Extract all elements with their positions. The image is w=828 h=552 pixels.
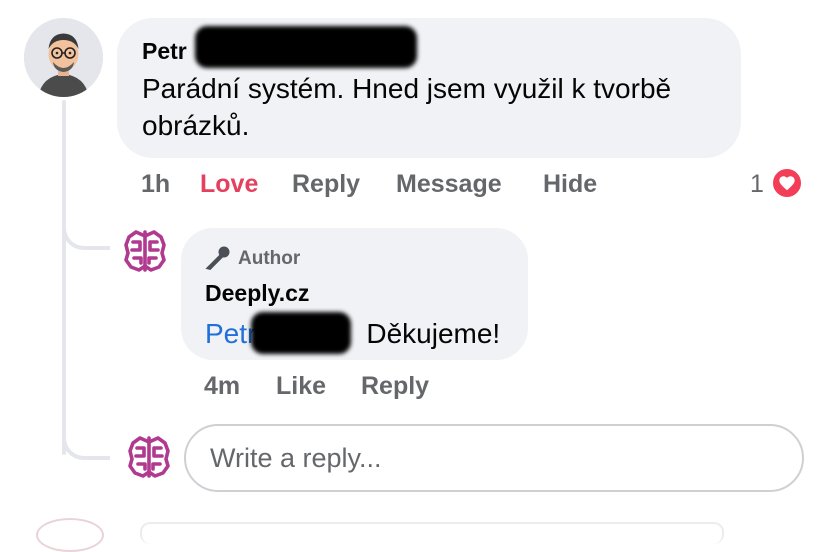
heart-glyph-icon xyxy=(779,176,795,191)
comment-time[interactable]: 1h xyxy=(141,170,170,199)
message-button[interactable]: Message xyxy=(396,170,502,199)
reply-bubble: Author Deeply.cz Petr Děkujeme! xyxy=(181,228,528,360)
composer-avatar xyxy=(124,432,174,482)
deeply-logo-icon xyxy=(128,436,170,478)
redacted-name xyxy=(195,26,417,68)
redacted-name xyxy=(251,312,351,354)
comment-author[interactable]: Petr xyxy=(142,38,187,65)
avatar[interactable] xyxy=(24,18,103,97)
reply-author[interactable]: Deeply.cz xyxy=(205,280,309,307)
reply-input[interactable] xyxy=(186,426,802,490)
love-button[interactable]: Love xyxy=(200,170,258,199)
memoji-avatar-icon xyxy=(24,18,103,97)
reply-text: Petr Děkujeme! xyxy=(205,315,500,352)
author-badge: Author xyxy=(238,248,301,269)
thread-connector xyxy=(62,200,110,250)
comment-bubble: Petr Parádní systém. Hned jsem využil k … xyxy=(117,18,741,158)
reply-button[interactable]: Reply xyxy=(292,170,360,199)
thread-line xyxy=(62,100,66,455)
reply-button[interactable]: Reply xyxy=(361,372,429,401)
comment-text: Parádní systém. Hned jsem využil k tvorb… xyxy=(142,73,672,141)
next-comment-bubble xyxy=(140,522,724,544)
reply-input-box[interactable] xyxy=(184,424,804,492)
hide-button[interactable]: Hide xyxy=(543,170,597,199)
heart-icon[interactable] xyxy=(771,167,803,199)
thread-connector xyxy=(62,410,110,460)
microphone-icon xyxy=(205,245,231,276)
deeply-logo-icon xyxy=(124,230,166,272)
reply-message: Děkujeme! xyxy=(366,318,501,349)
next-comment-avatar xyxy=(36,518,104,552)
brand-avatar[interactable] xyxy=(120,226,170,276)
mention-link[interactable]: Petr xyxy=(205,318,256,349)
reaction-count[interactable]: 1 xyxy=(750,170,764,199)
like-button[interactable]: Like xyxy=(276,372,326,401)
reply-time[interactable]: 4m xyxy=(204,372,240,401)
